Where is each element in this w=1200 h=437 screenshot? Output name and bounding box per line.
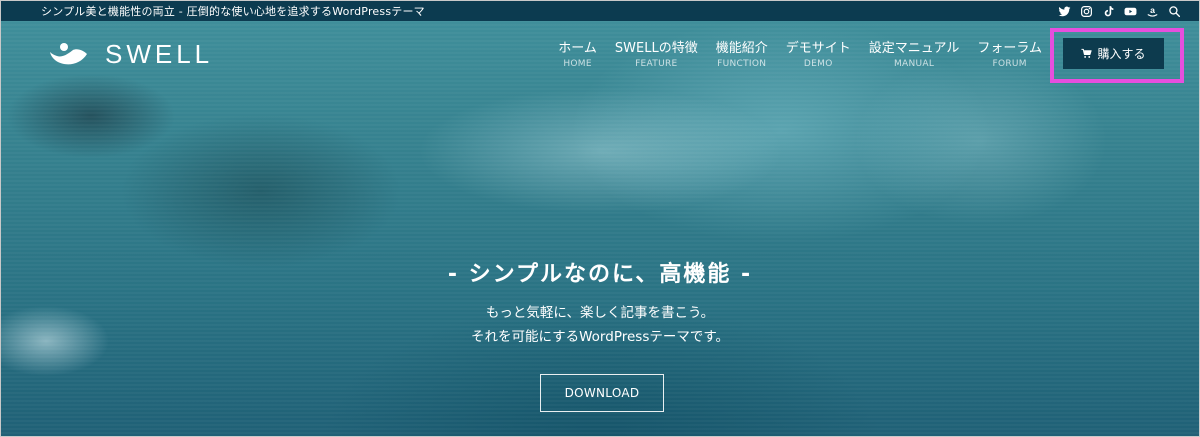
global-nav: ホーム HOME SWELLの特徴 FEATURE 機能紹介 FUNCTION … (549, 41, 1051, 72)
screenshot-frame: シンプル美と機能性の両立 - 圧倒的な使い心地を追求するWordPressテーマ… (0, 0, 1200, 437)
nav-label-ja: 機能紹介 (715, 41, 768, 56)
nav-label-en: MANUAL (893, 59, 935, 69)
nav-label-ja: ホーム (558, 41, 597, 56)
logo-text: SWELL (105, 39, 214, 69)
nav-item-function[interactable]: 機能紹介 FUNCTION (707, 41, 777, 72)
download-button[interactable]: DOWNLOAD (540, 374, 664, 412)
nav-label-en: FEATURE (635, 59, 678, 69)
hero-lead-line: もっと気軽に、楽しく記事を書こう。 (485, 305, 715, 321)
sns-icons: a (1058, 5, 1181, 18)
nav-label-en: FORUM (992, 59, 1027, 69)
top-bar: シンプル美と機能性の両立 - 圧倒的な使い心地を追求するWordPressテーマ… (1, 1, 1199, 21)
nav-item-demo[interactable]: デモサイト DEMO (777, 41, 860, 72)
nav-item-home[interactable]: ホーム HOME (549, 41, 606, 72)
nav-item-forum[interactable]: フォーラム FORUM (968, 41, 1051, 72)
nav-item-manual[interactable]: 設定マニュアル MANUAL (860, 41, 969, 72)
cart-icon (1081, 48, 1093, 58)
site-tagline: シンプル美と機能性の両立 - 圧倒的な使い心地を追求するWordPressテーマ (41, 5, 425, 18)
buy-button-label: 購入する (1097, 47, 1146, 61)
twitter-icon[interactable] (1058, 5, 1071, 18)
nav-label-ja: デモサイト (785, 41, 851, 56)
hero-catchphrase: - シンプルなのに、高機能 - (447, 262, 753, 287)
nav-label-ja: 設定マニュアル (868, 41, 960, 56)
nav-label-ja: フォーラム (977, 41, 1042, 56)
tiktok-icon[interactable] (1102, 5, 1115, 18)
buy-button[interactable]: 購入する (1063, 38, 1164, 69)
nav-label-en: DEMO (803, 59, 833, 69)
hero-lead: もっと気軽に、楽しく記事を書こう。 それを可能にするWordPressテーマです… (1, 301, 1199, 349)
nav-label-ja: SWELLの特徴 (614, 41, 698, 56)
nav-item-feature[interactable]: SWELLの特徴 FEATURE (606, 41, 707, 72)
hero-lead-line: それを可能にするWordPressテーマです。 (470, 329, 729, 345)
nav-label-en: FUNCTION (717, 59, 767, 69)
site-logo[interactable]: SWELL (47, 39, 213, 70)
instagram-icon[interactable] (1080, 5, 1093, 18)
swell-logo-icon (50, 42, 87, 64)
search-icon[interactable] (1168, 5, 1181, 18)
svg-text:a: a (1150, 5, 1155, 15)
nav-label-en: HOME (563, 59, 592, 69)
youtube-icon[interactable] (1124, 5, 1137, 18)
amazon-icon[interactable]: a (1146, 5, 1159, 18)
